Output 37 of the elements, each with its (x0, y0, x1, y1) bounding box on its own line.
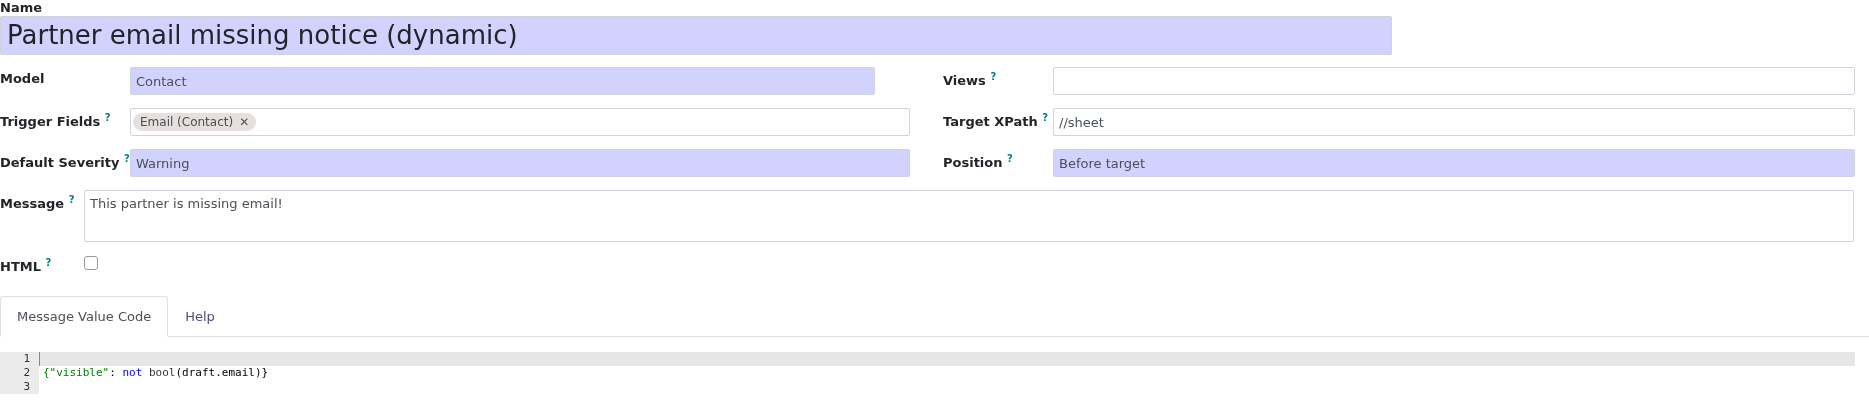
field-label: Trigger Fields (0, 114, 101, 129)
help-mark[interactable]: ? (990, 71, 997, 82)
field-label: Name (0, 0, 42, 16)
field-value: Warning (136, 155, 190, 171)
tab[interactable]: Help (168, 296, 232, 336)
tags-field[interactable]: Email (Contact) ✕ (130, 108, 910, 136)
input-field[interactable]: Contact (130, 67, 875, 95)
help-mark[interactable]: ? (1007, 153, 1013, 164)
input-field[interactable]: Before target (1053, 149, 1855, 177)
line-number: 3 (0, 380, 39, 394)
field-value: Before target (1059, 155, 1146, 171)
field-label: HTML (0, 258, 41, 274)
input-field[interactable] (1053, 67, 1855, 95)
input-field[interactable]: Warning (130, 149, 910, 177)
field-value: Contact (136, 73, 187, 89)
help-mark[interactable]: ? (45, 256, 52, 268)
line-number: 1 (0, 352, 39, 366)
field-label: Default Severity (0, 155, 120, 170)
field-label: Model (0, 71, 45, 86)
help-mark[interactable]: ? (104, 112, 111, 123)
field-label: Message (0, 196, 65, 211)
message-field[interactable]: This partner is missing email! (84, 190, 1854, 242)
help-mark[interactable]: ? (124, 153, 130, 164)
tab[interactable]: Message Value Code (0, 296, 169, 337)
name-field[interactable]: Partner email missing notice (dynamic) (0, 16, 1392, 55)
field-label: Target XPath (943, 114, 1038, 129)
checkbox[interactable] (84, 256, 98, 270)
code-line: {"visible": not bool(draft.email)} (43, 366, 269, 379)
field-value: //sheet (1059, 114, 1104, 130)
input-field[interactable]: //sheet (1053, 108, 1855, 136)
field-label: Position (943, 155, 1003, 170)
remove-button[interactable]: ✕ (239, 115, 250, 129)
line-number: 2 (0, 366, 39, 380)
help-mark[interactable]: ? (1042, 112, 1049, 123)
field-label: Views (943, 73, 986, 88)
tag-label: Email (Contact) (140, 115, 234, 129)
help-mark[interactable]: ? (68, 194, 75, 205)
